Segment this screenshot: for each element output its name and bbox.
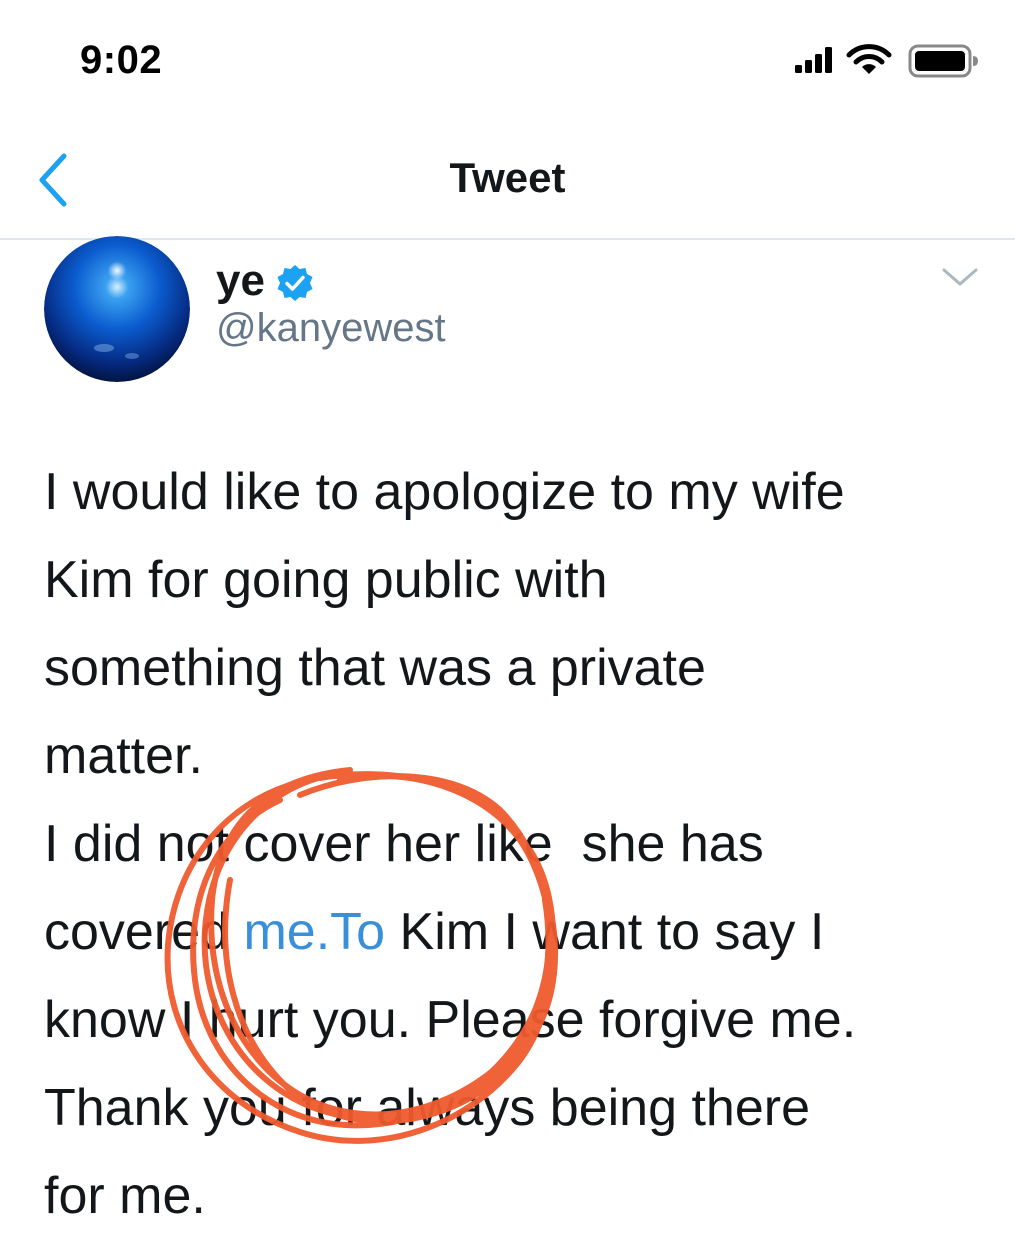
tweet-text-segment: something that was a private xyxy=(44,639,706,697)
avatar-globe-image xyxy=(44,236,190,382)
status-time: 9:02 xyxy=(80,38,163,82)
user-handle[interactable]: @kanyewest xyxy=(216,306,446,351)
display-name-row: ye xyxy=(216,256,315,306)
tweet-text-segment: matter. xyxy=(44,727,203,785)
tweet-text-line: Thank you for always being there xyxy=(44,1064,974,1152)
tweet-text-line: I would like to apologize to my wife xyxy=(44,448,974,536)
tweet-text-line: something that was a private xyxy=(44,624,974,712)
tweet-text-line: for me. xyxy=(44,1152,974,1240)
wifi-icon xyxy=(846,44,892,74)
tweet-text-segment: Thank you for always being there xyxy=(44,1079,810,1137)
tweet-text-segment: know I hurt you. Please forgive me. xyxy=(44,991,857,1049)
tweet-text-segment: covered xyxy=(44,903,244,961)
nav-bar: Tweet xyxy=(0,120,1015,240)
avatar[interactable] xyxy=(44,236,190,382)
tweet-text: I would like to apologize to my wife Kim … xyxy=(44,448,974,1240)
tweet-text-line: covered me.To Kim I want to say I xyxy=(44,888,974,976)
verified-badge-icon xyxy=(277,265,313,301)
tweet-text-line: know I hurt you. Please forgive me. xyxy=(44,976,974,1064)
tweet-text-line: Kim for going public with xyxy=(44,536,974,624)
tweet-text-segment: I did not cover her like she has xyxy=(44,815,764,873)
battery-icon xyxy=(908,44,978,78)
display-name[interactable]: ye xyxy=(216,256,265,306)
page-title: Tweet xyxy=(449,154,566,201)
status-bar: 9:02 xyxy=(0,0,1015,120)
tweet-text-segment: Kim I want to say I xyxy=(385,903,825,961)
tweet-text-segment: I would like to apologize to my wife xyxy=(44,463,845,521)
cellular-signal-icon xyxy=(795,47,832,73)
tweet-text-line: matter. xyxy=(44,712,974,800)
tweet-text-line: I did not cover her like she has xyxy=(44,800,974,888)
tweet-text-segment: Kim for going public with xyxy=(44,551,608,609)
tweet-text-segment: for me. xyxy=(44,1167,206,1225)
chevron-down-icon[interactable] xyxy=(940,264,980,290)
tweet-link[interactable]: me.To xyxy=(243,903,385,961)
